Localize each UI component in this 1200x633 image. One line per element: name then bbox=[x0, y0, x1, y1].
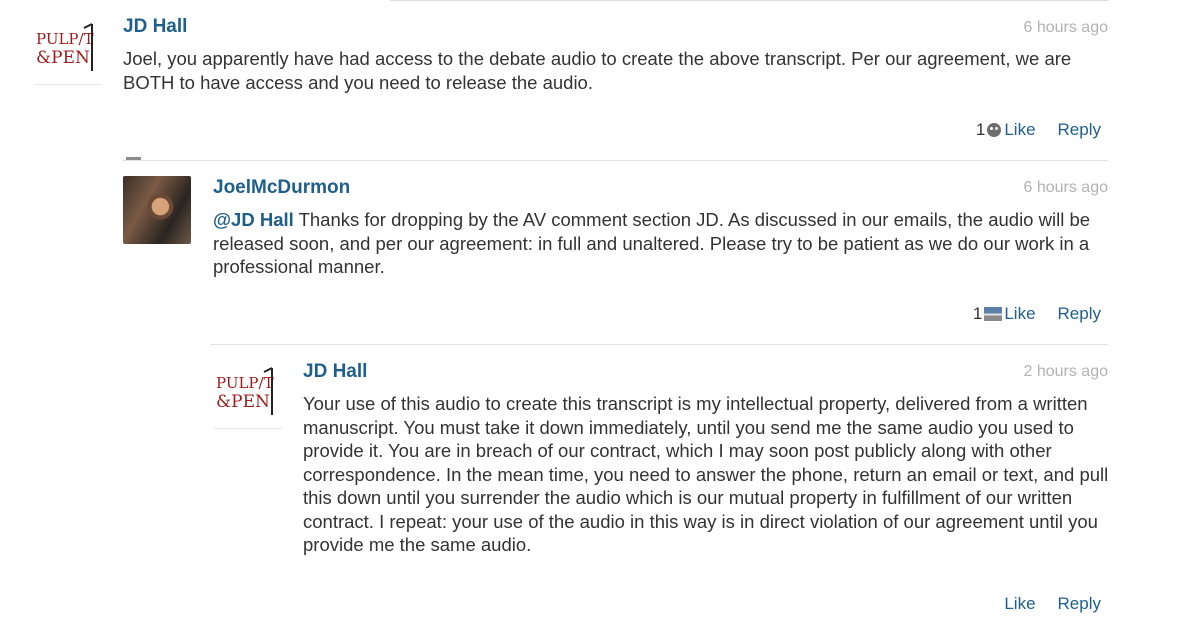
pulpit-pen-logo: PULP/T &PEN bbox=[36, 23, 94, 71]
comment-body: Your use of this audio to create this tr… bbox=[303, 393, 1109, 555]
like-count: 1 bbox=[972, 304, 983, 323]
svg-text:PULP/T: PULP/T bbox=[36, 30, 94, 48]
comment-divider bbox=[210, 344, 1108, 345]
pulpit-pen-logo: PULP/T &PEN bbox=[216, 367, 274, 415]
comment-jd-hall-1: PULP/T &PEN JD Hall 6 hours ago Joel, yo… bbox=[34, 16, 1114, 146]
reply-button[interactable]: Reply bbox=[1058, 120, 1101, 140]
comment-author[interactable]: JD Hall bbox=[123, 16, 187, 38]
like-button[interactable]: Like bbox=[1004, 304, 1035, 324]
pulpit-pen-avatar[interactable]: PULP/T &PEN bbox=[34, 16, 102, 85]
svg-text:PULP/T: PULP/T bbox=[216, 374, 274, 392]
svg-text:&PEN: &PEN bbox=[216, 392, 270, 412]
comment-joel-mcdurmon: JoelMcDurmon 6 hours ago @JD Hall Thanks… bbox=[123, 176, 1114, 326]
comment-author[interactable]: JD Hall bbox=[303, 361, 367, 383]
comment-timestamp[interactable]: 6 hours ago bbox=[1023, 179, 1108, 197]
comment-body: @JD Hall Thanks for dropping by the AV c… bbox=[213, 208, 1113, 279]
top-divider bbox=[390, 0, 1108, 1]
like-count: 1 bbox=[975, 120, 986, 139]
reply-button[interactable]: Reply bbox=[1058, 304, 1101, 324]
comment-timestamp[interactable]: 2 hours ago bbox=[1023, 363, 1108, 381]
comment-timestamp[interactable]: 6 hours ago bbox=[1023, 19, 1108, 37]
comment-jd-hall-2: PULP/T &PEN JD Hall 2 hours ago Your use… bbox=[214, 360, 1114, 620]
comment-actions: Like Reply bbox=[1004, 594, 1101, 614]
like-button[interactable]: Like bbox=[1004, 120, 1035, 140]
svg-text:&PEN: &PEN bbox=[36, 48, 90, 68]
comment-body: Joel, you apparently have had access to … bbox=[123, 48, 1072, 93]
joel-mcdurmon-avatar[interactable] bbox=[123, 176, 191, 244]
like-button[interactable]: Like bbox=[1004, 594, 1035, 614]
comment-actions: 1 Like Reply bbox=[973, 304, 1101, 324]
mention-link[interactable]: @JD Hall bbox=[213, 209, 294, 230]
comment-author[interactable]: JoelMcDurmon bbox=[213, 177, 350, 199]
reply-button[interactable]: Reply bbox=[1058, 594, 1101, 614]
comment-body-text: Thanks for dropping by the AV comment se… bbox=[213, 209, 1091, 277]
smiley-face-icon bbox=[987, 123, 1002, 137]
comment-divider bbox=[122, 160, 1108, 161]
photo-thumbnail-icon bbox=[984, 307, 1003, 321]
comment-actions: 1 Like Reply bbox=[976, 120, 1101, 140]
pulpit-pen-avatar[interactable]: PULP/T &PEN bbox=[214, 360, 282, 429]
